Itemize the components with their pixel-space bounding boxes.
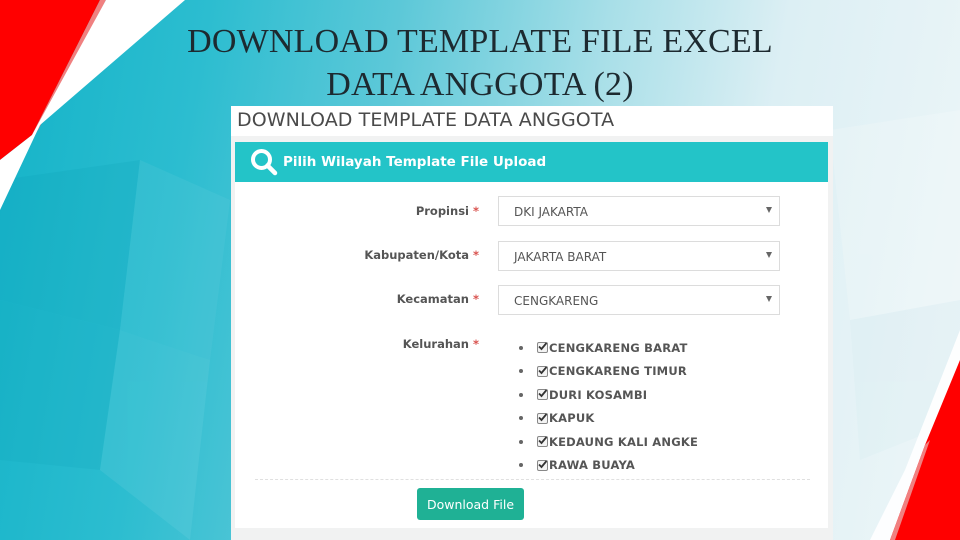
slide-title: DOWNLOAD TEMPLATE FILE EXCEL DATA ANGGOT…: [0, 20, 960, 106]
search-icon: [251, 149, 278, 176]
check-icon: [538, 389, 548, 398]
card-header: Pilih Wilayah Template File Upload: [235, 142, 828, 182]
kelurahan-label: Kelurahan *: [403, 337, 479, 351]
check-icon: [538, 413, 548, 422]
checkbox-checked[interactable]: [537, 365, 548, 377]
card-title: Pilih Wilayah Template File Upload: [283, 154, 547, 170]
slide-title-line2: DATA ANGGOTA (2): [326, 66, 634, 103]
bullet: [519, 439, 523, 444]
checkbox-checked[interactable]: [537, 412, 548, 424]
template-form-card: Pilih Wilayah Template File Upload Propi…: [235, 142, 828, 528]
propinsi-label: Propinsi *: [416, 204, 479, 218]
kecamatan-select-value: CENGKARENG: [514, 294, 599, 308]
bullet: [519, 463, 523, 468]
check-icon: [538, 342, 548, 351]
kelurahan-label-text: Kelurahan: [402, 337, 469, 351]
kecamatan-select[interactable]: CENGKARENG: [498, 285, 780, 315]
kelurahan-option-label: KAPUK: [549, 411, 595, 426]
kabupaten-label: Kabupaten/Kota *: [364, 248, 479, 262]
bullet: [519, 392, 523, 397]
bullet: [519, 369, 523, 374]
slide-title-line1: DOWNLOAD TEMPLATE FILE EXCEL: [187, 23, 773, 60]
required-mark: *: [472, 337, 479, 351]
caret-down-icon: [766, 207, 772, 213]
kelurahan-option[interactable]: CENGKARENG TIMUR: [518, 360, 698, 384]
kabupaten-select[interactable]: JAKARTA BARAT: [498, 241, 780, 271]
kabupaten-select-value: JAKARTA BARAT: [514, 250, 607, 264]
kelurahan-option-label: KEDAUNG KALI ANGKE: [549, 434, 699, 449]
kelurahan-option[interactable]: CENGKARENG BARAT: [518, 336, 698, 360]
check-icon: [538, 366, 548, 375]
checkbox-checked[interactable]: [537, 459, 548, 471]
caret-down-icon: [766, 252, 772, 258]
kecamatan-label: Kecamatan *: [397, 292, 479, 306]
kelurahan-option[interactable]: KAPUK: [518, 407, 698, 431]
required-mark: *: [472, 248, 479, 262]
kelurahan-checkbox-list: CENGKARENG BARAT CENGKARENG TIMUR DURI K…: [518, 336, 698, 477]
kelurahan-option-label: DURI KOSAMBI: [549, 387, 648, 402]
kelurahan-option[interactable]: RAWA BUAYA: [518, 454, 698, 478]
kelurahan-option-label: CENGKARENG TIMUR: [549, 364, 687, 379]
kabupaten-label-text: Kabupaten/Kota: [364, 248, 469, 262]
required-mark: *: [472, 292, 479, 306]
required-mark: *: [472, 204, 479, 218]
propinsi-label-text: Propinsi: [415, 204, 469, 218]
download-file-button[interactable]: Download File: [417, 488, 524, 520]
kelurahan-option-label: RAWA BUAYA: [549, 458, 635, 473]
propinsi-select[interactable]: DKI JAKARTA: [498, 196, 780, 226]
form-divider: [255, 479, 810, 480]
checkbox-checked[interactable]: [537, 389, 548, 401]
kelurahan-option[interactable]: DURI KOSAMBI: [518, 383, 698, 407]
kelurahan-option[interactable]: KEDAUNG KALI ANGKE: [518, 430, 698, 454]
kelurahan-option-label: CENGKARENG BARAT: [549, 340, 688, 355]
caret-down-icon: [766, 296, 772, 302]
checkbox-checked[interactable]: [537, 436, 548, 448]
checkbox-checked[interactable]: [537, 342, 548, 354]
screenshot-panel: DOWNLOAD TEMPLATE DATA ANGGOTA Pilih Wil…: [231, 106, 833, 540]
page-title: DOWNLOAD TEMPLATE DATA ANGGOTA: [237, 109, 615, 131]
check-icon: [538, 460, 548, 469]
page-header: DOWNLOAD TEMPLATE DATA ANGGOTA: [231, 106, 833, 136]
propinsi-select-value: DKI JAKARTA: [514, 205, 588, 219]
check-icon: [538, 436, 548, 445]
bullet: [519, 416, 523, 421]
kecamatan-label-text: Kecamatan: [396, 292, 469, 306]
bullet: [519, 345, 523, 350]
